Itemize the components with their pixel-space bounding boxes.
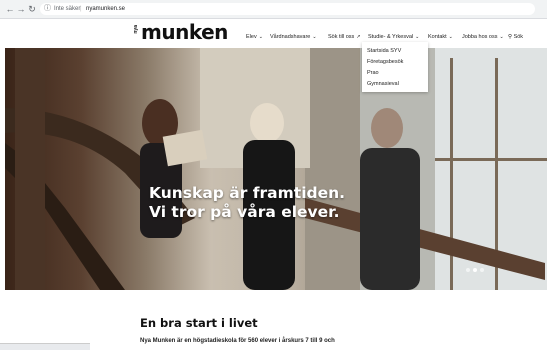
logo-small-text: nya [133, 25, 139, 34]
chevron-down-icon: ⌄ [448, 34, 453, 40]
nav-item-kontakt[interactable]: Kontakt ⌄ [428, 33, 453, 43]
slider-dot[interactable] [480, 268, 484, 272]
hero-photo [5, 48, 547, 290]
url-text[interactable]: nyamunken.se [86, 3, 125, 15]
address-separator: | [80, 6, 82, 12]
nav-item-elev[interactable]: Elev ⌄ [246, 33, 263, 43]
hero-image: Kunskap är framtiden. Vi tror på våra el… [5, 48, 547, 290]
slider-dot-active[interactable] [473, 268, 477, 272]
section-intro: Nya Munken är en högstadieskola för 560 … [140, 338, 335, 344]
dropdown-item-prao[interactable]: Prao [367, 70, 379, 76]
nav-item-sok[interactable]: ⚲ Sök [508, 33, 523, 43]
nav-item-jobba-hos-oss[interactable]: Jobba hos oss ⌄ [462, 33, 504, 43]
security-label: Inte säker [54, 6, 81, 12]
chevron-down-icon: ⌄ [415, 34, 420, 40]
slider-dots [466, 259, 487, 277]
nav-label: Sök till oss [328, 34, 355, 40]
nav-item-sok-till-oss[interactable]: Sök till oss ↗ [328, 33, 361, 43]
nav-label: Studie- & Yrkesval [368, 34, 414, 40]
search-icon: ⚲ [508, 34, 513, 40]
hero-title-line-2: Vi tror på våra elever. [149, 203, 340, 221]
chevron-down-icon: ⌄ [258, 34, 263, 40]
external-link-icon: ↗ [356, 34, 361, 40]
reload-icon[interactable]: ↻ [26, 3, 38, 15]
logo-text: munken [141, 20, 228, 44]
dropdown-item-gymnasieval[interactable]: Gymnasieval [367, 81, 399, 87]
nav-label: Elev [246, 34, 257, 40]
info-icon[interactable]: ⓘ [44, 3, 51, 15]
address-bar[interactable]: ⓘ Inte säker | nyamunken.se [40, 3, 535, 15]
browser-toolbar: ← → ↻ ⓘ Inte säker | nyamunken.se [0, 0, 547, 19]
hero-title-line-1: Kunskap är framtiden. [149, 184, 346, 202]
slider-dot[interactable] [466, 268, 470, 272]
chevron-down-icon: ⌄ [499, 34, 504, 40]
section-title: En bra start i livet [140, 316, 258, 330]
nav-label: Sök [513, 34, 524, 40]
nav-label: Jobba hos oss [462, 34, 498, 40]
nav-item-vardnadshavare[interactable]: Vårdnadshavare ⌄ [270, 33, 317, 43]
nav-label: Kontakt [428, 34, 447, 40]
chevron-down-icon: ⌄ [312, 34, 317, 40]
dropdown-item-foretagsbesok[interactable]: Företagsbesök [367, 59, 403, 65]
studie-yrkesval-dropdown: Startsida SYV Företagsbesök Prao Gymnasi… [362, 42, 428, 92]
dropdown-item-startsida-syv[interactable]: Startsida SYV [367, 48, 401, 54]
nav-label: Vårdnadshavare [270, 34, 311, 40]
